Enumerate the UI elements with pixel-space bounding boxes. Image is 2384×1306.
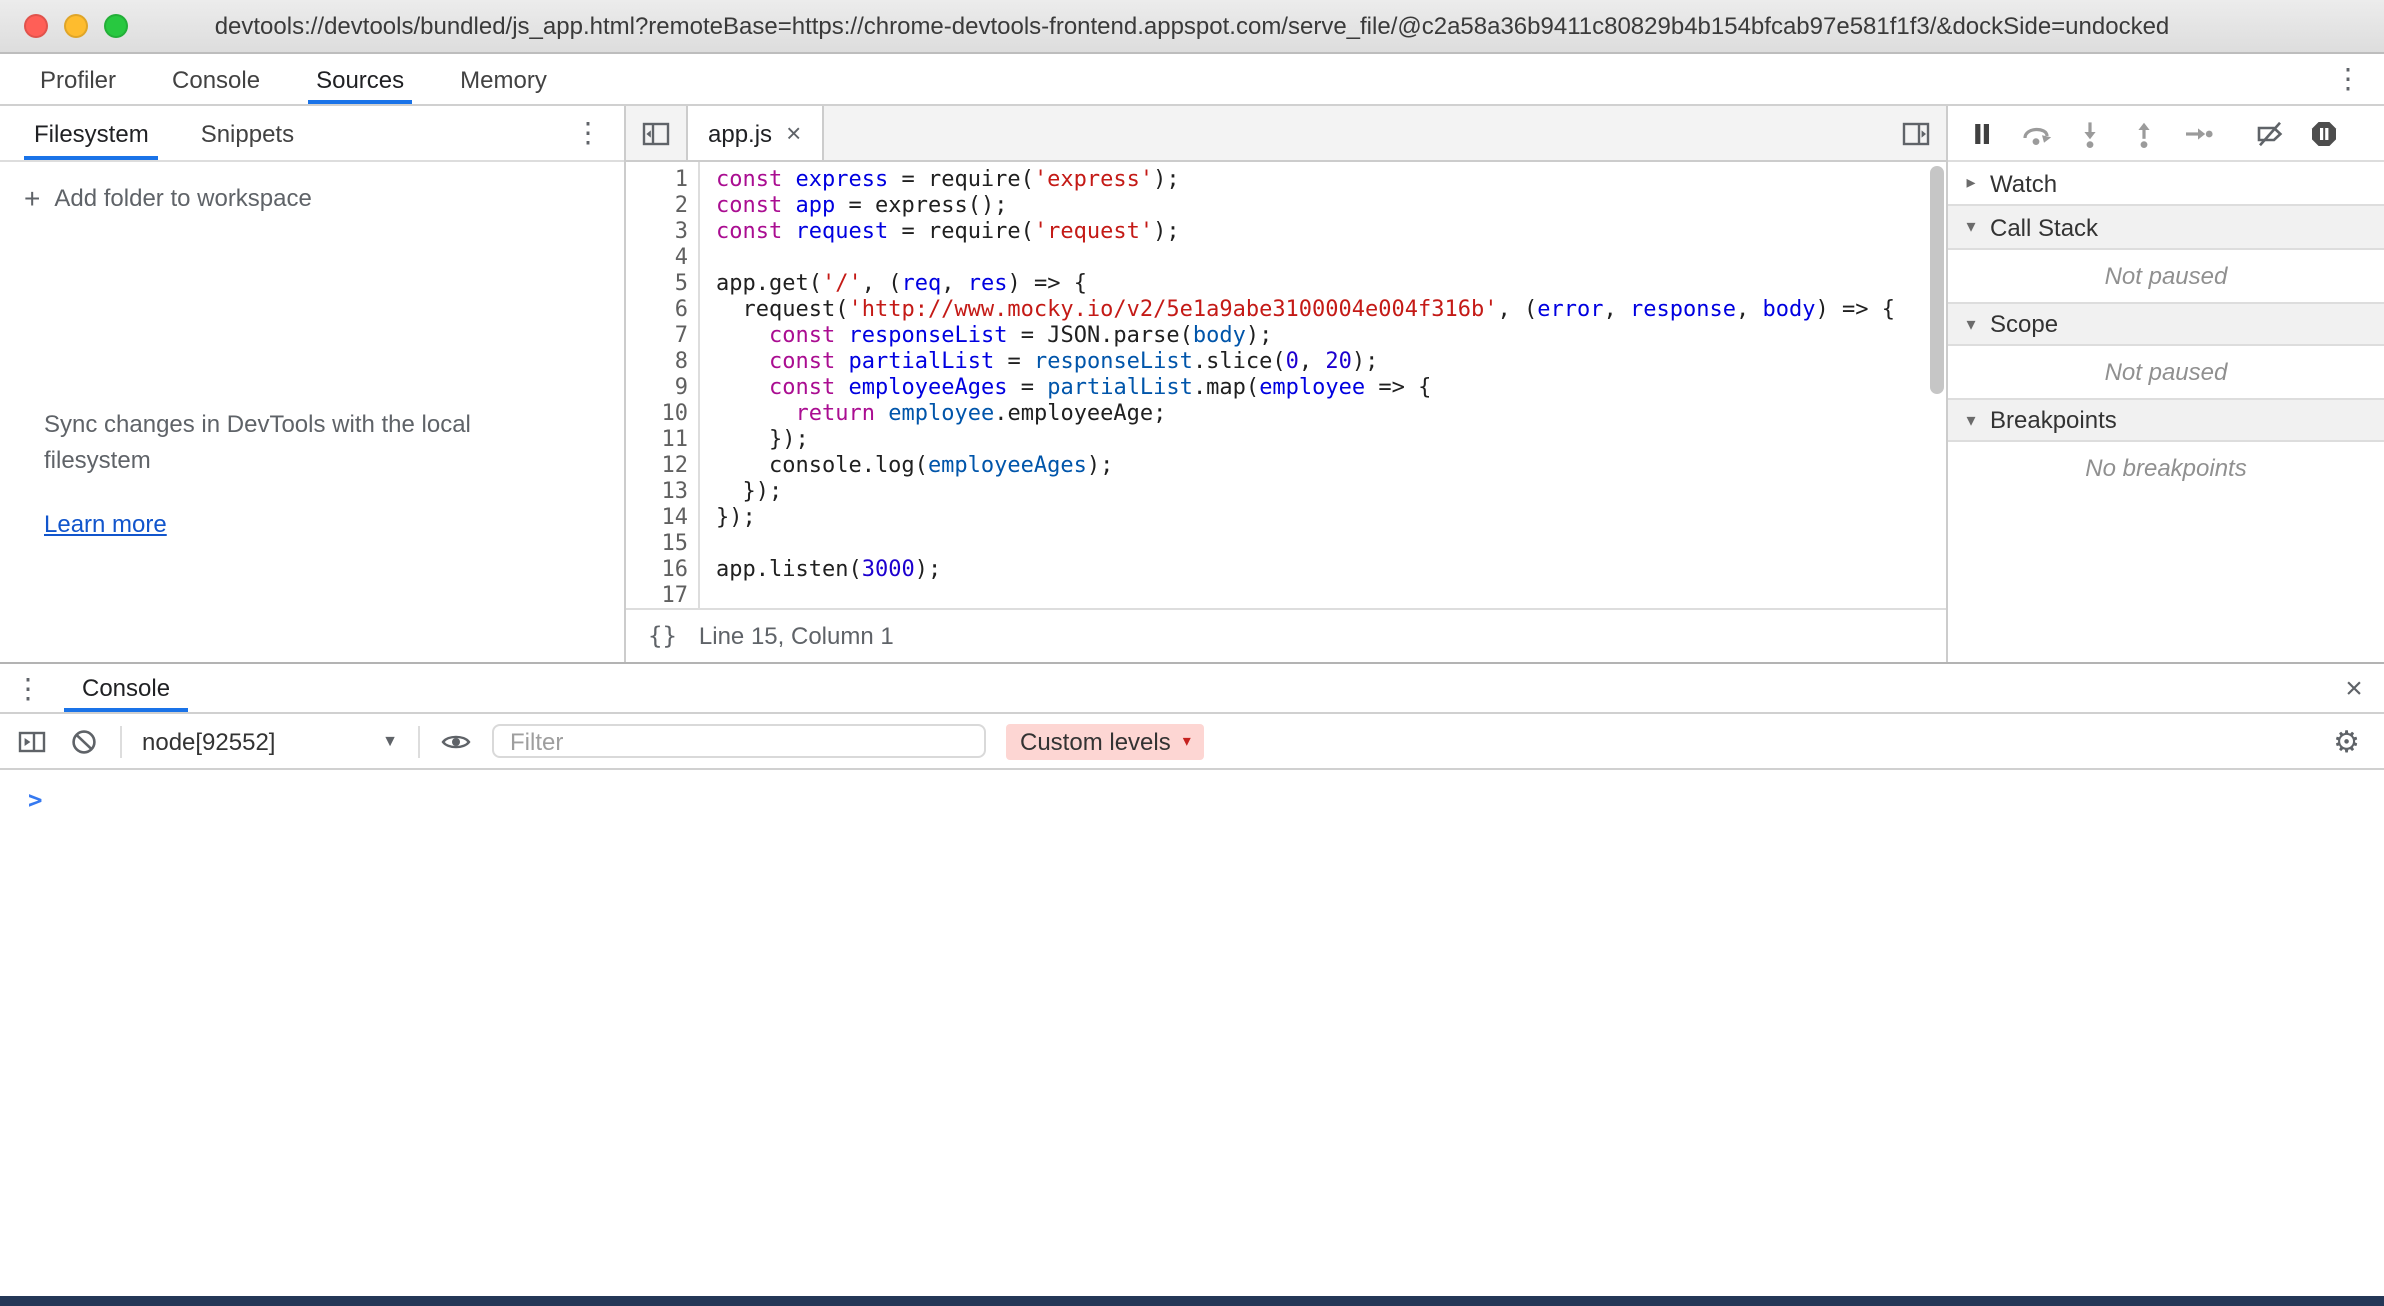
debugger-pane-filler	[1948, 494, 2384, 662]
editor-tab-label: app.js	[708, 119, 772, 147]
console-settings-button[interactable]: ⚙	[2333, 723, 2368, 759]
kebab-menu-icon: ⋮	[2334, 62, 2362, 96]
window-titlebar: devtools://devtools/bundled/js_app.html?…	[0, 0, 2384, 54]
triangle-down-icon: ▾	[1960, 313, 1982, 335]
execution-context-label: node[92552]	[142, 727, 275, 755]
kebab-menu-icon: ⋮	[14, 671, 42, 705]
clear-console-icon[interactable]	[68, 725, 100, 757]
add-folder-label: Add folder to workspace	[54, 184, 312, 212]
tab-sources[interactable]: Sources	[288, 54, 432, 104]
code-content[interactable]: const express = require('express');const…	[700, 162, 1946, 608]
editor-statusbar: {} Line 15, Column 1	[626, 608, 1946, 662]
devtools-window: devtools://devtools/bundled/js_app.html?…	[0, 0, 2384, 1306]
toolbar-divider	[120, 725, 122, 757]
console-drawer: ⋮ Console × node[92552] ▼	[0, 662, 2384, 1296]
cursor-position: Line 15, Column 1	[699, 622, 894, 650]
add-folder-button[interactable]: + Add folder to workspace	[0, 172, 624, 224]
step-over-icon[interactable]	[2020, 117, 2052, 149]
debugger-pane: ▸ Watch ▾ Call Stack Not paused ▾ Scope …	[1946, 106, 2384, 662]
scope-label: Scope	[1990, 310, 2058, 338]
chevron-down-icon: ▼	[382, 732, 398, 750]
tab-filesystem[interactable]: Filesystem	[8, 106, 175, 160]
pause-on-exceptions-icon[interactable]	[2308, 117, 2340, 149]
sources-panel: Filesystem Snippets ⋮ + Add folder to wo…	[0, 106, 2384, 662]
editor-tab-appjs[interactable]: app.js ×	[686, 106, 823, 160]
section-breakpoints[interactable]: ▾ Breakpoints	[1948, 398, 2384, 442]
watch-label: Watch	[1990, 169, 2057, 197]
section-watch[interactable]: ▸ Watch	[1948, 162, 2384, 206]
editor-tabbar: app.js ×	[626, 106, 1946, 162]
close-tab-icon[interactable]: ×	[786, 120, 801, 146]
panel-right-toggle-icon	[1900, 117, 1932, 149]
call-stack-status: Not paused	[1948, 250, 2384, 302]
chevron-down-icon: ▾	[1183, 732, 1191, 750]
main-tabbar: Profiler Console Sources Memory ⋮	[0, 54, 2384, 106]
console-filter-input[interactable]	[492, 724, 986, 758]
main-menu-button[interactable]: ⋮	[2312, 54, 2384, 104]
deactivate-breakpoints-icon[interactable]	[2254, 117, 2286, 149]
close-window-button[interactable]	[24, 14, 48, 38]
scope-status: Not paused	[1948, 346, 2384, 398]
call-stack-label: Call Stack	[1990, 213, 2098, 241]
section-scope[interactable]: ▾ Scope	[1948, 302, 2384, 346]
learn-more-link[interactable]: Learn more	[44, 510, 167, 538]
breakpoints-label: Breakpoints	[1990, 406, 2117, 434]
execution-context-selector[interactable]: node[92552] ▼	[142, 727, 398, 755]
filesystem-sync-note: Sync changes in DevTools with the local …	[44, 406, 524, 478]
minimize-window-button[interactable]	[64, 14, 88, 38]
drawer-menu-button[interactable]: ⋮	[0, 664, 56, 712]
live-expression-eye-icon[interactable]	[440, 725, 472, 757]
log-levels-dropdown[interactable]: Custom levels ▾	[1006, 723, 1205, 759]
tab-console[interactable]: Console	[144, 54, 288, 104]
zoom-window-button[interactable]	[104, 14, 128, 38]
step-icon[interactable]	[2182, 117, 2214, 149]
console-sidebar-toggle-icon[interactable]	[16, 725, 48, 757]
tab-snippets[interactable]: Snippets	[175, 106, 320, 160]
step-into-icon[interactable]	[2074, 117, 2106, 149]
navigator-pane: Filesystem Snippets ⋮ + Add folder to wo…	[0, 106, 626, 662]
toolbar-divider	[418, 725, 420, 757]
editor-pane: app.js × 1234567891011121314151617 const…	[626, 106, 1946, 662]
plus-icon: +	[24, 184, 40, 212]
triangle-right-icon: ▸	[1960, 172, 1982, 194]
log-levels-label: Custom levels	[1020, 727, 1171, 755]
close-icon: ×	[2345, 671, 2363, 705]
kebab-menu-icon: ⋮	[574, 116, 602, 150]
console-prompt-icon: >	[28, 786, 42, 814]
hide-navigator-button[interactable]	[626, 106, 686, 160]
console-toolbar: node[92552] ▼ Custom levels ▾ ⚙	[0, 714, 2384, 770]
gear-icon: ⚙	[2333, 725, 2360, 759]
close-drawer-button[interactable]: ×	[2324, 664, 2384, 712]
navigator-tabbar: Filesystem Snippets ⋮	[0, 106, 624, 162]
code-editor: 1234567891011121314151617 const express …	[626, 162, 1946, 608]
debugger-toolbar	[1948, 106, 2384, 162]
desktop-edge-strip	[0, 1296, 2384, 1306]
tab-profiler[interactable]: Profiler	[12, 54, 144, 104]
step-out-icon[interactable]	[2128, 117, 2160, 149]
show-debugger-button[interactable]	[1886, 106, 1946, 160]
drawer-tabbar: ⋮ Console ×	[0, 664, 2384, 714]
window-controls	[24, 0, 128, 52]
panel-left-toggle-icon	[640, 117, 672, 149]
tab-memory[interactable]: Memory	[432, 54, 575, 104]
triangle-down-icon: ▾	[1960, 216, 1982, 238]
console-messages-area[interactable]: >	[0, 770, 2384, 1296]
breakpoints-status: No breakpoints	[1948, 442, 2384, 494]
drawer-tab-console[interactable]: Console	[56, 664, 196, 712]
navigator-menu-button[interactable]: ⋮	[552, 106, 624, 160]
window-title: devtools://devtools/bundled/js_app.html?…	[0, 12, 2384, 40]
line-number-gutter[interactable]: 1234567891011121314151617	[626, 162, 700, 608]
pause-icon[interactable]	[1966, 117, 1998, 149]
pretty-print-icon[interactable]: {}	[648, 622, 677, 650]
section-call-stack[interactable]: ▾ Call Stack	[1948, 206, 2384, 250]
triangle-down-icon: ▾	[1960, 409, 1982, 431]
editor-scrollbar[interactable]	[1930, 166, 1944, 394]
